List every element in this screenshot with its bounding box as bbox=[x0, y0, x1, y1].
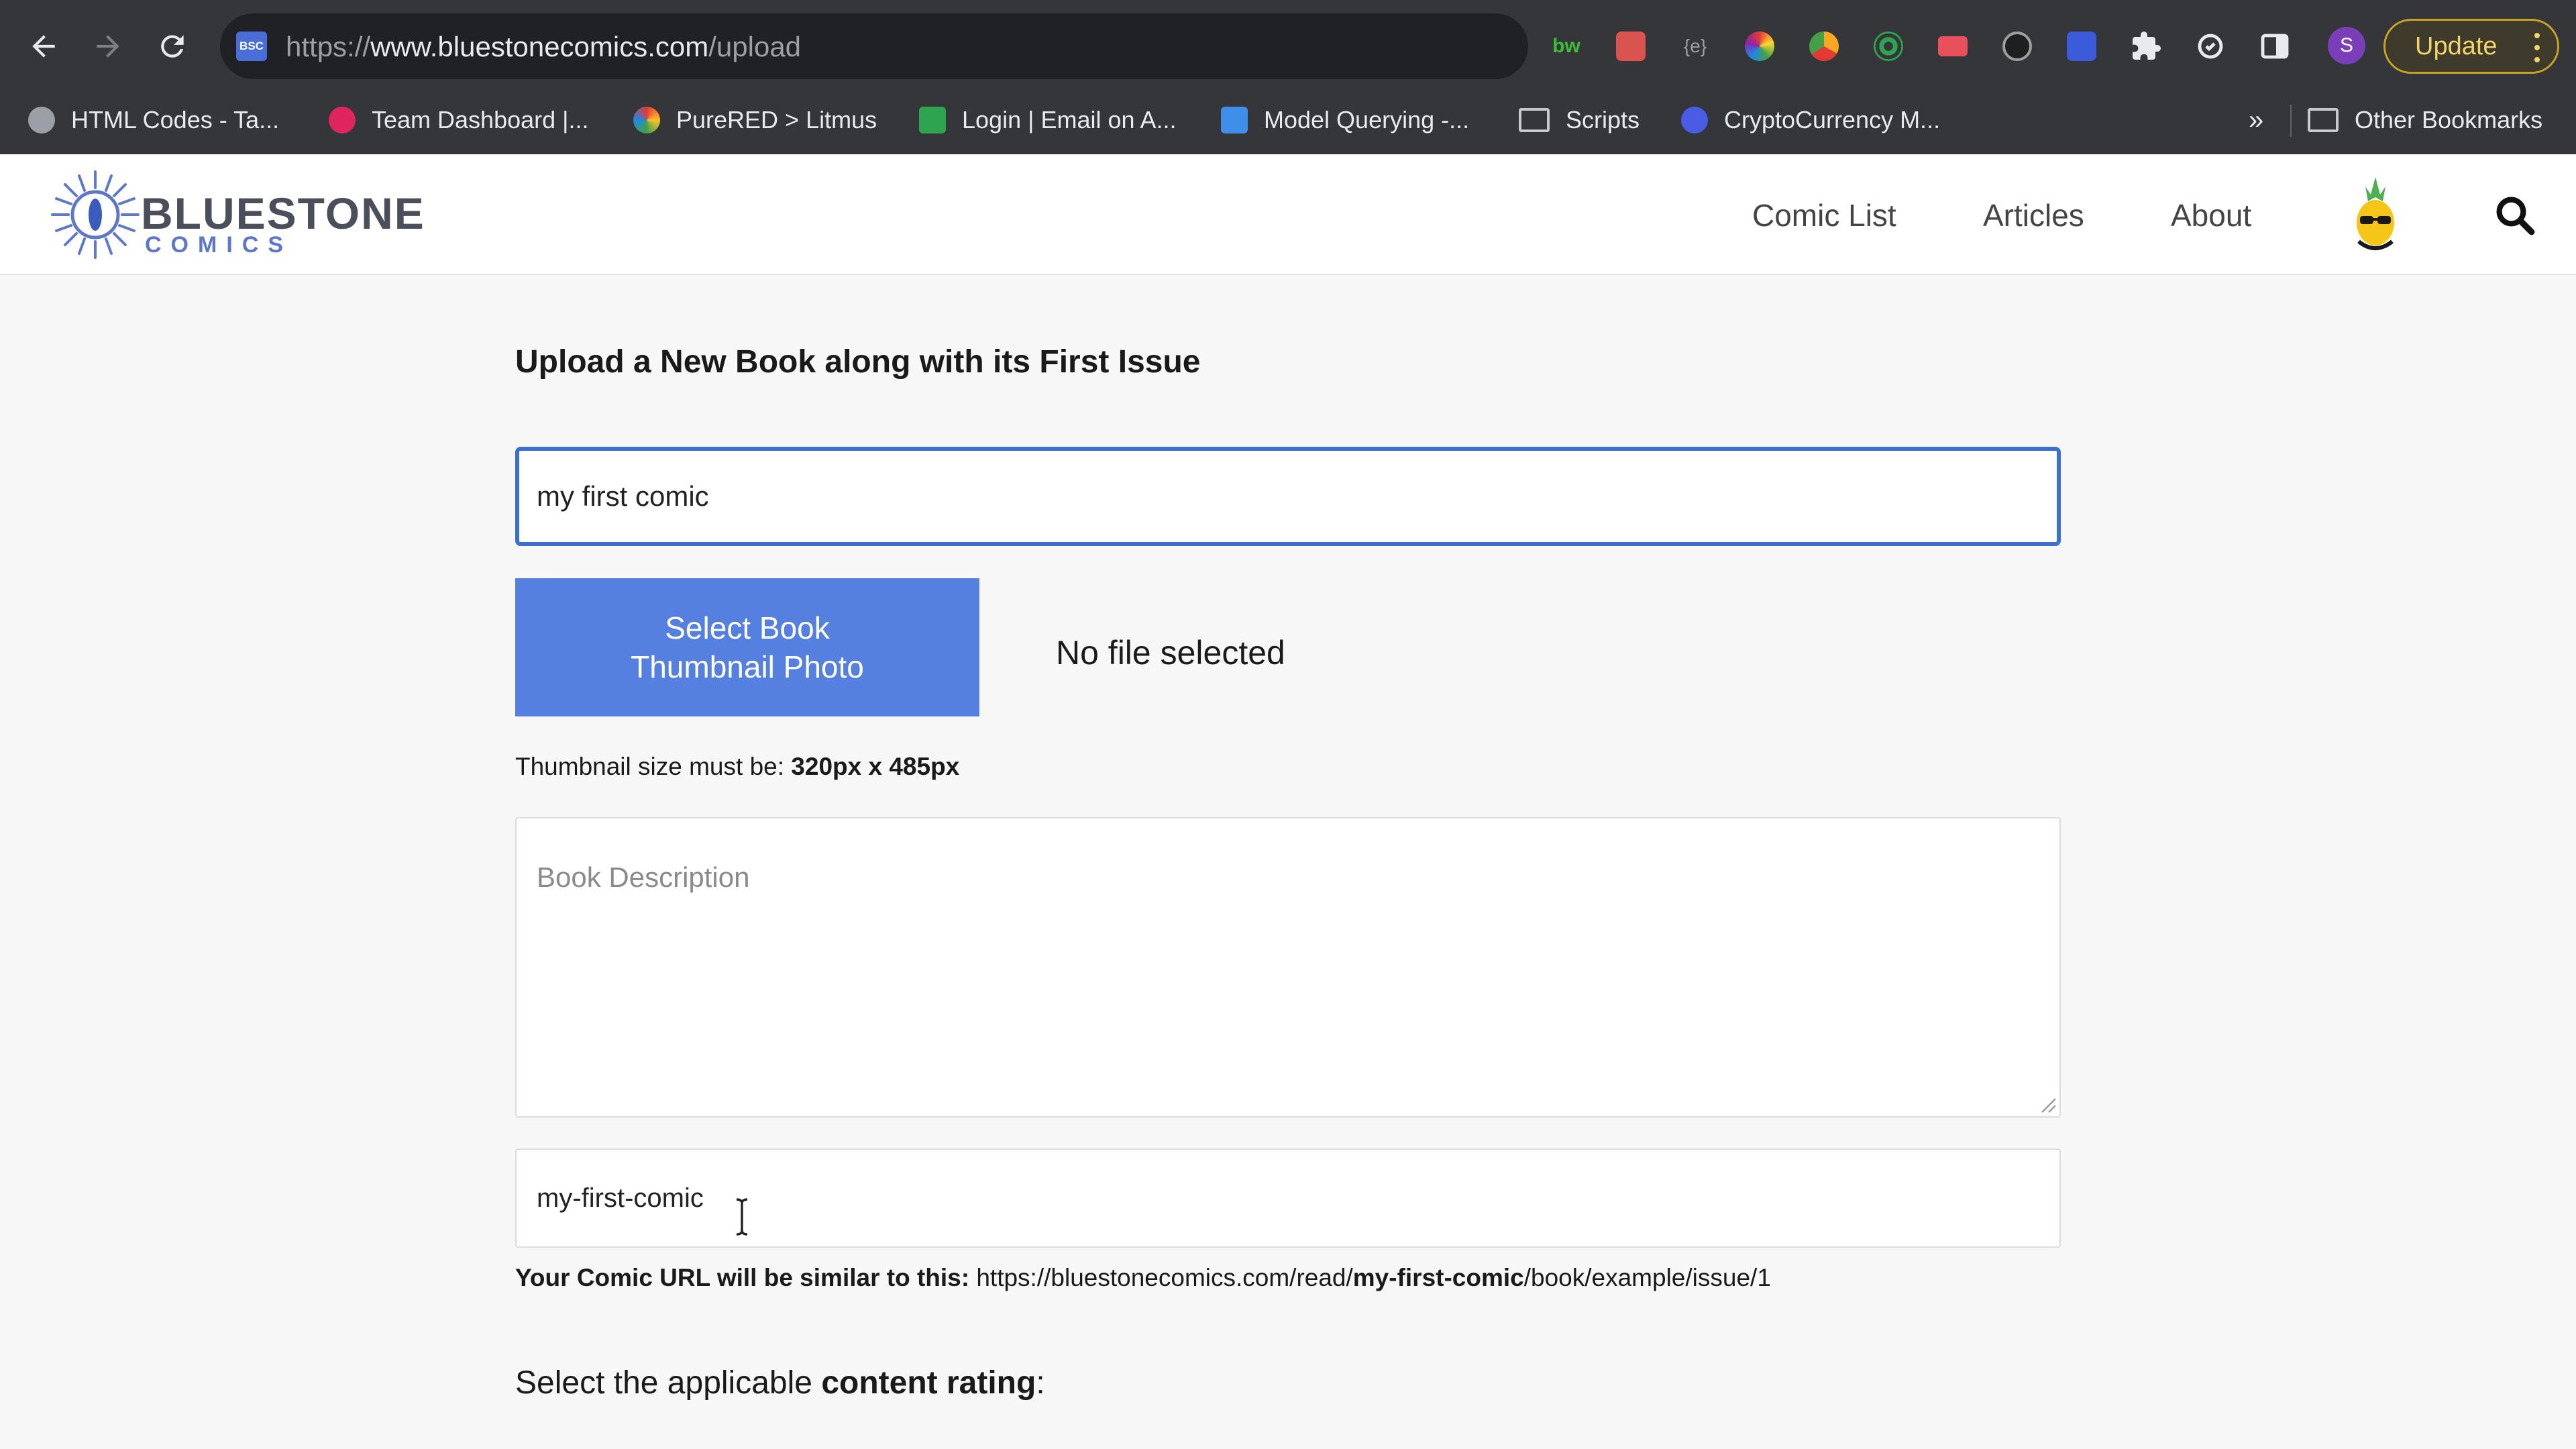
resize-handle-icon[interactable] bbox=[2039, 1096, 2057, 1114]
sync-icon[interactable] bbox=[2187, 23, 2234, 70]
sidebar-icon[interactable] bbox=[2251, 23, 2298, 70]
bookmark-label: Scripts bbox=[1566, 106, 1640, 133]
book-title-input[interactable] bbox=[515, 447, 2061, 546]
bookmark-label: Model Querying -... bbox=[1264, 106, 1470, 133]
url-host: www.bluestonecomics.com bbox=[370, 31, 709, 62]
other-bookmarks-label: Other Bookmarks bbox=[2355, 106, 2543, 133]
logo-wordmark: BLUESTONE bbox=[141, 189, 425, 238]
crypto-icon bbox=[1681, 107, 1708, 133]
profile-avatar[interactable]: S bbox=[2328, 27, 2365, 64]
address-bar[interactable]: BSC https://www.bluestonecomics.com/uplo… bbox=[220, 13, 1528, 79]
target-icon[interactable] bbox=[1865, 23, 1912, 70]
bookmark-folder[interactable]: Scripts bbox=[1519, 95, 1640, 145]
forward-arrow-icon bbox=[97, 35, 119, 58]
rating-label-suffix: : bbox=[1036, 1365, 1045, 1401]
thumbnail-size-value: 320px x 485px bbox=[791, 753, 960, 780]
bookmark-label: Login | Email on A... bbox=[962, 106, 1177, 133]
url-path: /upload bbox=[708, 31, 802, 62]
puzzle-icon[interactable] bbox=[2123, 23, 2169, 70]
bookmark-item[interactable]: Team Dashboard |... bbox=[329, 95, 589, 145]
site-favicon: BSC bbox=[236, 32, 267, 61]
team-dashboard-icon bbox=[329, 107, 356, 133]
other-bookmarks-folder[interactable]: Other Bookmarks bbox=[2308, 95, 2542, 145]
reload-button[interactable] bbox=[149, 23, 196, 70]
globe-icon bbox=[28, 107, 55, 133]
video-record-icon[interactable] bbox=[1929, 23, 1976, 70]
thumbnail-note-prefix: Thumbnail size must be: bbox=[515, 753, 792, 780]
logo-subtitle: COMICS bbox=[145, 232, 292, 258]
bookmark-label: HTML Codes - Ta... bbox=[71, 106, 280, 133]
browser-chrome: BSC https://www.bluestonecomics.com/uplo… bbox=[0, 0, 2576, 154]
content-rating-label: Select the applicable content rating: bbox=[515, 1364, 1045, 1401]
code-extension-icon[interactable]: {e} bbox=[1672, 23, 1719, 70]
activity-extension-icon[interactable] bbox=[2058, 23, 2105, 70]
back-button[interactable] bbox=[20, 23, 67, 70]
update-label: Update bbox=[2415, 32, 2498, 60]
nav-articles[interactable]: Articles bbox=[1983, 197, 2084, 233]
color-wheel-icon[interactable] bbox=[1736, 23, 1783, 70]
chrome-dev-icon[interactable] bbox=[1801, 23, 1847, 70]
url-text: https://www.bluestonecomics.com/upload bbox=[286, 31, 801, 63]
book-description-textarea[interactable] bbox=[515, 817, 2061, 1118]
site-search-button[interactable] bbox=[2493, 193, 2537, 237]
badge-extension-icon[interactable] bbox=[1994, 23, 2041, 70]
bookmark-item[interactable]: Login | Email on A... bbox=[919, 95, 1177, 145]
nav-comic-list[interactable]: Comic List bbox=[1752, 197, 1896, 233]
cube-icon bbox=[1221, 107, 1248, 133]
select-thumbnail-label: Select Book Thumbnail Photo bbox=[631, 610, 864, 684]
bookmark-label: CryptoCurrency M... bbox=[1724, 106, 1941, 133]
rating-label-bold: content rating bbox=[821, 1365, 1036, 1401]
url-preview-base: https://bluestonecomics.com/read/ bbox=[969, 1264, 1353, 1291]
thumbnail-size-note: Thumbnail size must be: 320px x 485px bbox=[515, 753, 959, 781]
bookmarks-bar: HTML Codes - Ta... Team Dashboard |... P… bbox=[0, 95, 2576, 145]
url-preview-tail: /book/example/issue/1 bbox=[1523, 1264, 1771, 1291]
kebab-menu-icon bbox=[2534, 33, 2540, 62]
bookmark-item[interactable]: HTML Codes - Ta... bbox=[28, 95, 279, 145]
comic-url-preview: Your Comic URL will be similar to this: … bbox=[515, 1264, 1771, 1292]
page-title: Upload a New Book along with its First I… bbox=[515, 344, 1201, 380]
bw-extension-icon[interactable]: bw bbox=[1543, 23, 1590, 70]
nav-about[interactable]: About bbox=[2171, 197, 2251, 233]
bookmark-item[interactable]: PureRED > Litmus bbox=[633, 95, 877, 145]
folder-icon bbox=[1519, 108, 1550, 132]
litmus-icon bbox=[633, 107, 660, 133]
site-logo[interactable]: BLUESTONE COMICS bbox=[48, 168, 424, 262]
text-cursor-icon bbox=[736, 1198, 748, 1236]
select-thumbnail-button[interactable]: Select Book Thumbnail Photo bbox=[515, 578, 979, 716]
folder-icon bbox=[2308, 108, 2339, 132]
bookmark-item[interactable]: Model Querying -... bbox=[1221, 95, 1469, 145]
rating-label-prefix: Select the applicable bbox=[515, 1365, 822, 1401]
forward-button[interactable] bbox=[85, 23, 131, 70]
file-status-text: No file selected bbox=[1056, 634, 1285, 672]
reload-icon bbox=[161, 35, 184, 58]
search-icon bbox=[2496, 197, 2535, 235]
bookmark-label: Team Dashboard |... bbox=[372, 106, 589, 133]
back-arrow-icon bbox=[32, 35, 55, 58]
gift-extension-icon[interactable] bbox=[1607, 23, 1654, 70]
upload-form: Upload a New Book along with its First I… bbox=[0, 276, 2576, 1449]
url-scheme: https:// bbox=[286, 31, 371, 62]
site-header: BLUESTONE COMICS Comic List Articles Abo… bbox=[0, 154, 2576, 275]
bookmarks-divider bbox=[2290, 105, 2292, 137]
email-on-acid-icon bbox=[919, 107, 946, 133]
bookmarks-overflow-button[interactable]: » bbox=[2249, 95, 2263, 145]
logo-sunburst-icon bbox=[51, 170, 140, 259]
pineapple-avatar-icon bbox=[2357, 177, 2394, 250]
bookmark-label: PureRED > Litmus bbox=[676, 106, 877, 133]
url-preview-label: Your Comic URL will be similar to this: bbox=[515, 1264, 970, 1291]
browser-toolbar: BSC https://www.bluestonecomics.com/uplo… bbox=[0, 0, 2576, 93]
update-button[interactable]: Update bbox=[2383, 19, 2559, 74]
url-preview-slug: my-first-comic bbox=[1352, 1264, 1524, 1291]
user-avatar[interactable] bbox=[2339, 174, 2412, 255]
bookmark-item[interactable]: CryptoCurrency M... bbox=[1681, 95, 1940, 145]
